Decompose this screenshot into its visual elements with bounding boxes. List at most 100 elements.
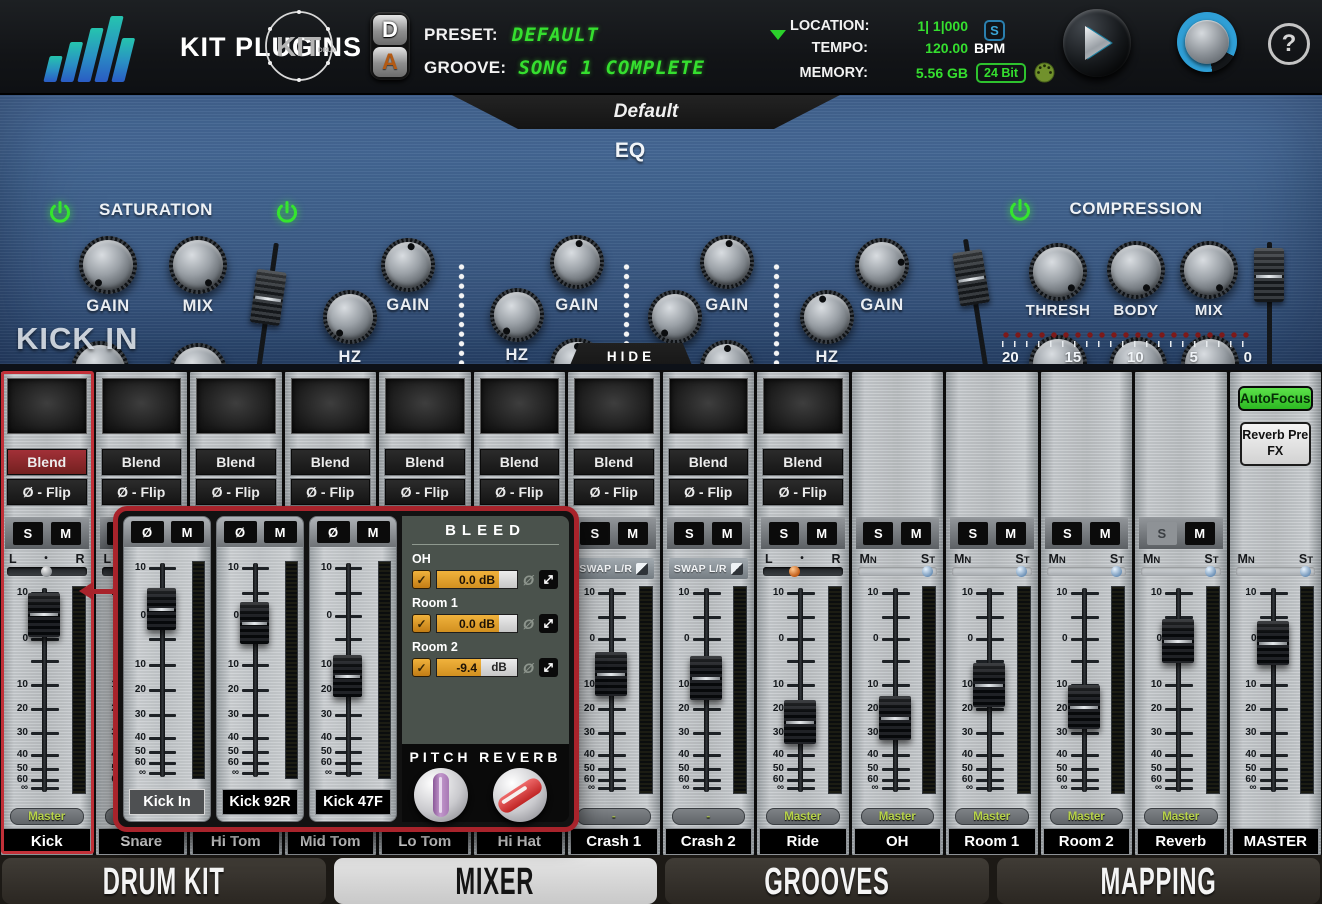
- channel-name[interactable]: Crash 2: [665, 828, 753, 855]
- fader-handle[interactable]: [333, 655, 362, 697]
- mute-button[interactable]: M: [264, 521, 297, 543]
- bleed-value-field[interactable]: 0.0 dB: [436, 570, 518, 589]
- pan-track[interactable]: [1047, 567, 1127, 576]
- master-volume-knob[interactable]: [1177, 12, 1237, 72]
- autofocus-button[interactable]: AutoFocus: [1238, 386, 1314, 411]
- fader-track[interactable]: [798, 588, 803, 792]
- pan-handle[interactable]: [1016, 566, 1027, 577]
- bleed-value-field[interactable]: -9.4 dB: [436, 658, 518, 677]
- preset-value[interactable]: DEFAULT: [512, 24, 599, 46]
- digital-analog-switch[interactable]: D A: [370, 12, 410, 80]
- mute-button[interactable]: M: [171, 521, 204, 543]
- pan-control[interactable]: SWAP L/R: [669, 552, 749, 584]
- help-button[interactable]: ?: [1268, 23, 1310, 65]
- pan-control[interactable]: MNST: [858, 552, 938, 584]
- pan-control[interactable]: MNST: [1047, 552, 1127, 584]
- phase-button[interactable]: Ø: [224, 521, 257, 543]
- output-route-button[interactable]: Master: [1144, 808, 1218, 825]
- solo-button[interactable]: S: [674, 522, 704, 545]
- blend-button[interactable]: Blend: [7, 449, 87, 475]
- phase-flip-button[interactable]: Ø - Flip: [102, 479, 182, 505]
- fader-handle[interactable]: [147, 588, 176, 630]
- hide-panel-button[interactable]: HIDE: [568, 343, 694, 370]
- fader-handle[interactable]: [879, 696, 911, 740]
- output-route-button[interactable]: Master: [955, 808, 1029, 825]
- channel-name[interactable]: Reverb: [1137, 828, 1225, 855]
- fader-track[interactable]: [893, 588, 898, 792]
- mute-button[interactable]: M: [357, 521, 390, 543]
- comp-mix-knob[interactable]: [1180, 241, 1238, 299]
- mute-button[interactable]: M: [51, 522, 81, 545]
- midi-icon[interactable]: [1034, 62, 1055, 83]
- solo-button[interactable]: S: [958, 522, 988, 545]
- channel-name[interactable]: Ride: [759, 828, 847, 855]
- pan-control[interactable]: SWAP L/R: [574, 552, 654, 584]
- phase-flip-button[interactable]: Ø - Flip: [7, 479, 87, 505]
- eq-band3-gain-knob[interactable]: [700, 235, 754, 289]
- play-button[interactable]: [1063, 9, 1131, 77]
- eq-band4-hz-knob[interactable]: [800, 290, 854, 344]
- eq-band3-q-knob[interactable]: [700, 340, 754, 370]
- digital-mode-label[interactable]: D: [373, 15, 407, 45]
- output-route-button[interactable]: Master: [1050, 808, 1124, 825]
- saturation-mix-knob[interactable]: [169, 236, 227, 294]
- pan-control[interactable]: L•R: [7, 552, 87, 584]
- phase-flip-button[interactable]: Ø - Flip: [196, 479, 276, 505]
- blend-button[interactable]: Blend: [574, 449, 654, 475]
- fader-handle[interactable]: [1257, 621, 1289, 665]
- fader-track[interactable]: [253, 563, 258, 777]
- channel-name[interactable]: MASTER: [1232, 828, 1320, 855]
- expand-icon-button[interactable]: [539, 570, 558, 589]
- channel-name[interactable]: OH: [854, 828, 942, 855]
- blend-button[interactable]: Blend: [480, 449, 560, 475]
- output-route-button[interactable]: Master: [10, 808, 84, 825]
- phase-button[interactable]: Ø: [131, 521, 164, 543]
- bleed-value-field[interactable]: 0.0 dB: [436, 614, 518, 633]
- mic-name[interactable]: Kick In: [129, 789, 205, 815]
- output-route-button[interactable]: -: [672, 808, 746, 825]
- phase-flip-button[interactable]: Ø - Flip: [669, 479, 749, 505]
- bleed-enable-checkbox[interactable]: ✓: [412, 658, 431, 677]
- pitch-knob[interactable]: [414, 768, 468, 822]
- channel-name[interactable]: Hi Tom: [192, 828, 280, 855]
- solo-button[interactable]: S: [1147, 522, 1177, 545]
- blend-button[interactable]: Blend: [196, 449, 276, 475]
- solo-button[interactable]: S: [769, 522, 799, 545]
- phase-button[interactable]: Ø: [317, 521, 350, 543]
- mute-button[interactable]: M: [1185, 522, 1215, 545]
- comp-body-knob[interactable]: [1107, 241, 1165, 299]
- pan-handle[interactable]: [1300, 566, 1311, 577]
- bleed-enable-checkbox[interactable]: ✓: [412, 614, 431, 633]
- eq-band3-hz-knob[interactable]: [648, 290, 702, 344]
- channel-name[interactable]: Crash 1: [570, 828, 658, 855]
- eq-power-button[interactable]: [273, 199, 301, 227]
- eq-band2-gain-knob[interactable]: [550, 235, 604, 289]
- channel-name[interactable]: Snare: [98, 828, 186, 855]
- pan-control[interactable]: MNST: [1236, 552, 1316, 584]
- output-route-button[interactable]: Master: [766, 808, 840, 825]
- pan-track[interactable]: [763, 567, 843, 576]
- bit-depth-badge[interactable]: 24 Bit: [976, 63, 1026, 83]
- saturation-drive-slider[interactable]: [233, 241, 291, 370]
- pan-handle[interactable]: [41, 566, 52, 577]
- tab-drum-kit[interactable]: DRUM KIT: [2, 858, 326, 904]
- solo-button[interactable]: S: [1052, 522, 1082, 545]
- eq-band2-hz-knob[interactable]: [490, 288, 544, 342]
- fader-handle[interactable]: [1162, 619, 1194, 663]
- compression-power-button[interactable]: [1006, 197, 1034, 225]
- saturation-lpf-knob[interactable]: [169, 343, 227, 370]
- mute-button[interactable]: M: [901, 522, 931, 545]
- pan-track[interactable]: [1236, 567, 1316, 576]
- channel-name[interactable]: Hi Hat: [476, 828, 564, 855]
- comp-thresh-knob[interactable]: [1029, 243, 1087, 301]
- channel-name[interactable]: Kick: [3, 828, 91, 855]
- channel-name[interactable]: Lo Tom: [381, 828, 469, 855]
- mic-name[interactable]: Kick 92R: [222, 789, 298, 815]
- analog-mode-label[interactable]: A: [373, 47, 407, 77]
- reverb-prefx-button[interactable]: Reverb Pre FX: [1240, 422, 1312, 466]
- eq-band1-gain-knob[interactable]: [381, 238, 435, 292]
- tab-mapping[interactable]: MAPPING: [997, 858, 1321, 904]
- solo-button[interactable]: S: [863, 522, 893, 545]
- pan-control[interactable]: MNST: [952, 552, 1032, 584]
- phase-flip-button[interactable]: Ø - Flip: [480, 479, 560, 505]
